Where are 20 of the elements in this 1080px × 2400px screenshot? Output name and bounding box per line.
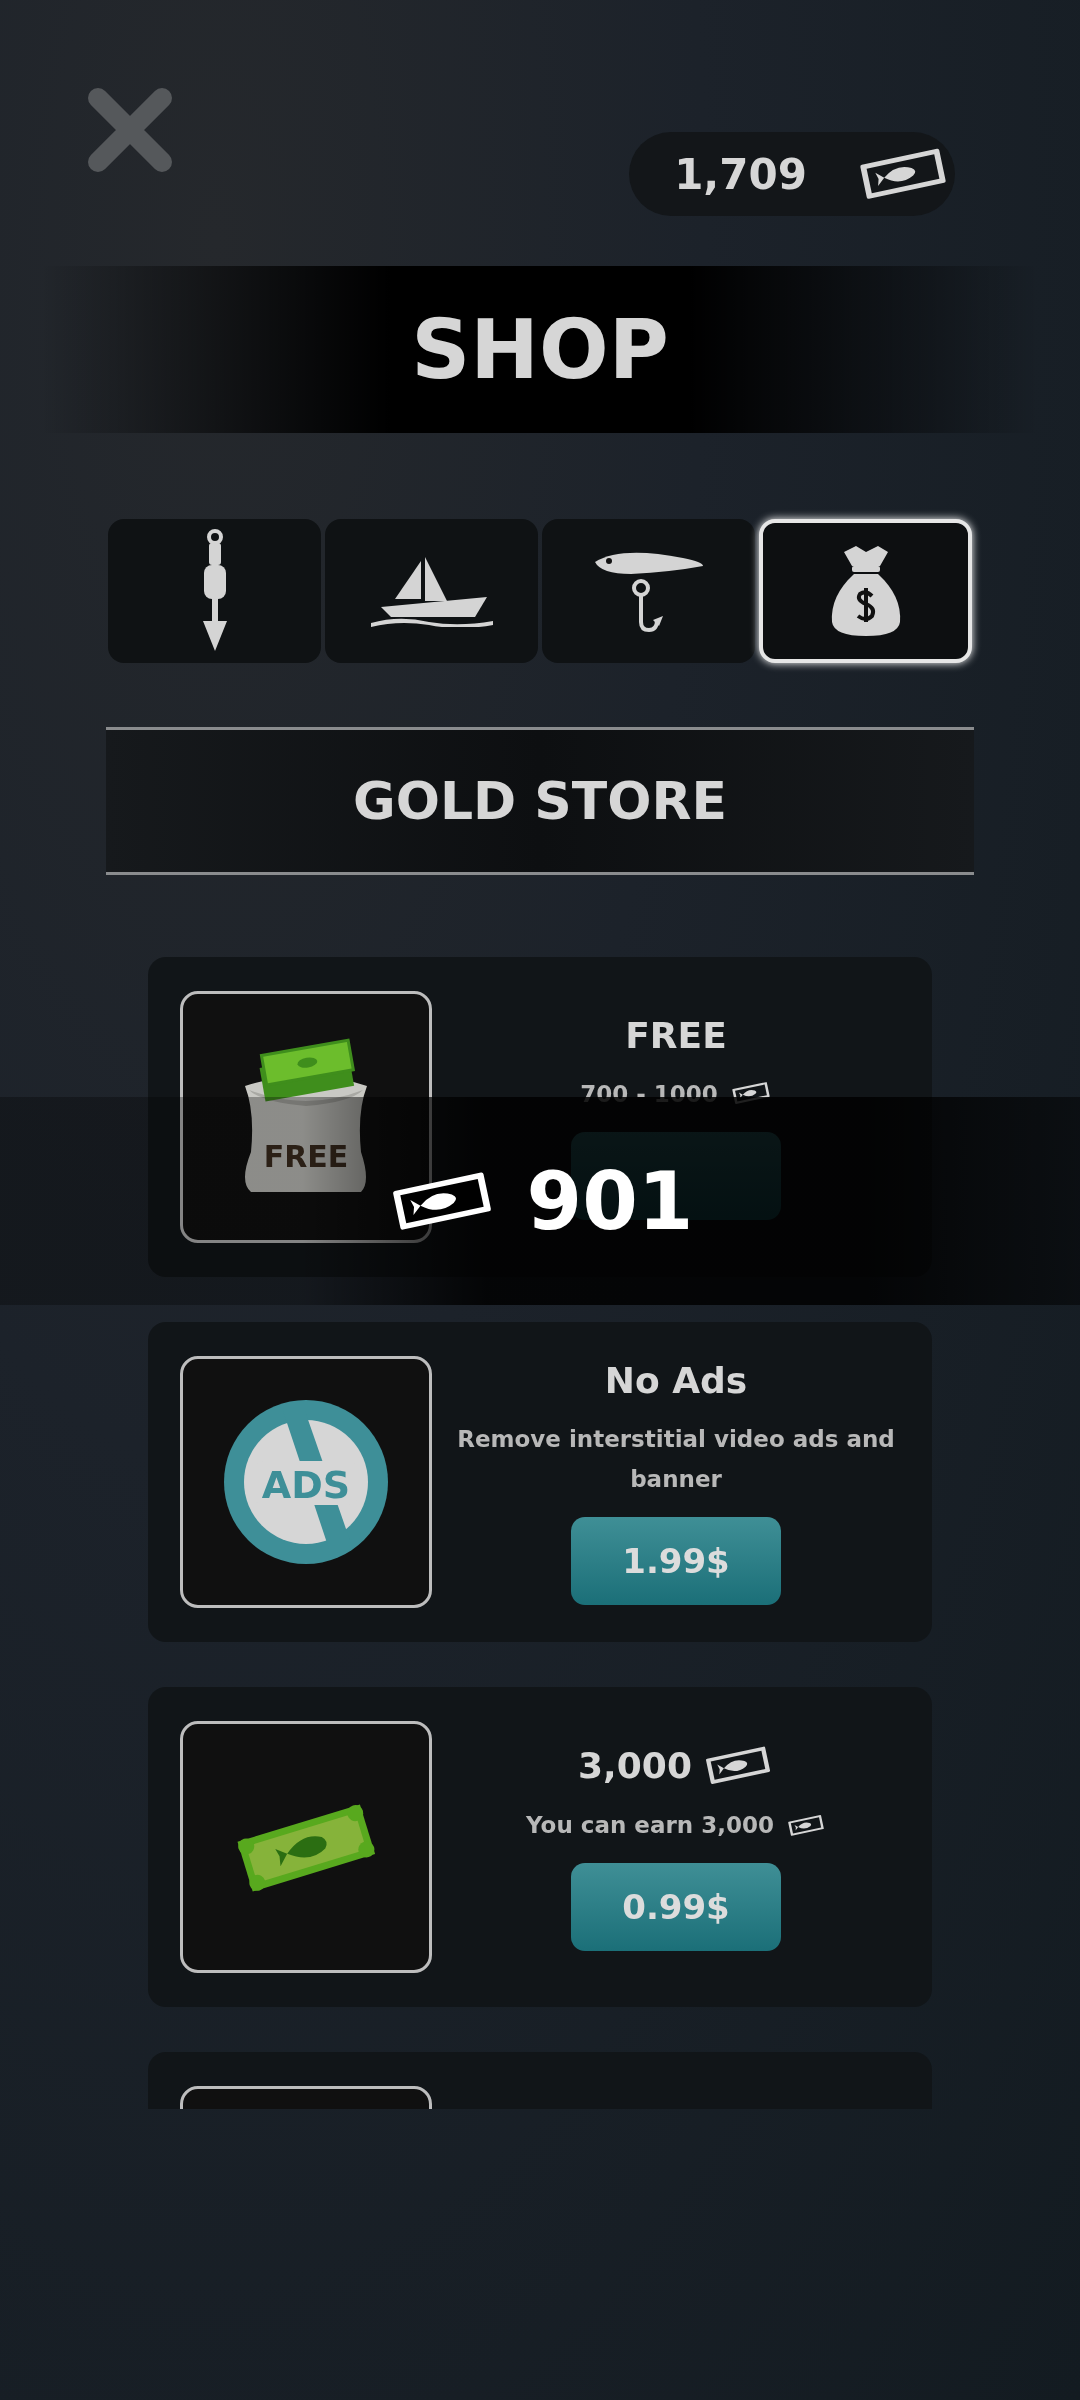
- reward-amount: 901: [526, 1154, 694, 1248]
- sailboat-icon: [368, 555, 495, 627]
- category-tab[interactable]: [325, 519, 538, 663]
- bill-icon: [729, 1080, 772, 1107]
- offer-title: No Ads: [604, 1359, 748, 1401]
- shop-title: SHOP: [411, 302, 669, 397]
- category-tab[interactable]: [759, 519, 972, 663]
- price-button[interactable]: 1.99$: [571, 1516, 781, 1605]
- offer-description: Remove interstitial video ads and banner: [456, 1424, 896, 1494]
- no-ads-icon: ADS: [223, 1399, 389, 1565]
- offer-title: 3,000: [578, 1744, 692, 1786]
- offer-description: You can earn 3,000: [526, 1811, 774, 1841]
- category-tab[interactable]: [542, 519, 755, 663]
- reward-range: 700 - 1000: [580, 1079, 718, 1109]
- bill-icon: [785, 1812, 826, 1838]
- section-title: GOLD STORE: [353, 771, 727, 831]
- offer-title: FREE: [625, 1014, 727, 1056]
- category-tab[interactable]: [108, 519, 321, 663]
- balance-amount: 1,709: [674, 149, 807, 199]
- price-button[interactable]: 0.99$: [571, 1863, 781, 1952]
